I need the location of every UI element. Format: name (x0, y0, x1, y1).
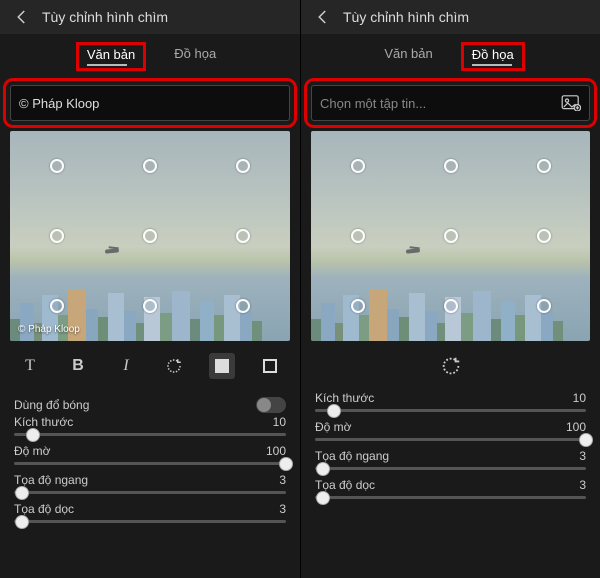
anchor-grid (10, 131, 290, 341)
rotate-button[interactable] (161, 353, 187, 379)
shadow-label: Dùng đổ bóng (14, 398, 89, 412)
slider-x-track[interactable] (14, 491, 286, 494)
anchor-mr[interactable] (236, 229, 250, 243)
anchor-mc[interactable] (444, 229, 458, 243)
shadow-row: Dùng đổ bóng (0, 391, 300, 415)
anchor-tc[interactable] (444, 159, 458, 173)
slider-size-value: 10 (273, 415, 286, 429)
back-icon[interactable] (311, 5, 335, 29)
italic-button[interactable]: I (113, 353, 139, 379)
left-panel: Tùy chỉnh hình chìm Văn bản Đồ họa © Phá… (0, 0, 300, 578)
anchor-bl[interactable] (50, 299, 64, 313)
watermark-text-input[interactable]: © Pháp Kloop (10, 85, 290, 121)
slider-size-track[interactable] (14, 433, 286, 436)
outline-square-icon (263, 359, 277, 373)
slider-size-track[interactable] (315, 409, 586, 412)
choose-file-input[interactable]: Chọn một tập tin... (311, 85, 590, 121)
outline-color-button[interactable] (257, 353, 283, 379)
slider-x-label: Tọa độ ngang (14, 473, 88, 487)
tab-graphic[interactable]: Đồ họa (461, 42, 525, 71)
anchor-ml[interactable] (50, 229, 64, 243)
slider-size-value: 10 (573, 391, 586, 405)
slider-y-value: 3 (579, 478, 586, 492)
back-icon[interactable] (10, 5, 34, 29)
slider-x-value: 3 (279, 473, 286, 487)
anchor-tc[interactable] (143, 159, 157, 173)
header: Tùy chỉnh hình chìm (301, 0, 600, 34)
preview-canvas[interactable] (311, 131, 590, 341)
rotate-icon (165, 357, 183, 375)
page-title: Tùy chỉnh hình chìm (343, 9, 469, 25)
anchor-mc[interactable] (143, 229, 157, 243)
slider-opacity-track[interactable] (315, 438, 586, 441)
graphic-toolbar (301, 341, 600, 391)
anchor-ml[interactable] (351, 229, 365, 243)
right-panel: Tùy chỉnh hình chìm Văn bản Đồ họa Chọn … (300, 0, 600, 578)
slider-opacity-track[interactable] (14, 462, 286, 465)
slider-opacity-label: Độ mờ (14, 444, 51, 458)
rotate-button[interactable] (438, 353, 464, 379)
watermark-preview-label: © Pháp Kloop (18, 324, 80, 335)
header: Tùy chỉnh hình chìm (0, 0, 300, 34)
tabs: Văn bản Đồ họa (301, 34, 600, 77)
slider-opacity: Độ mờ 100 (0, 444, 300, 473)
text-toolbar: T B I (0, 341, 300, 391)
anchor-br[interactable] (537, 299, 551, 313)
font-button[interactable]: T (17, 353, 43, 379)
slider-size: Kích thước 10 (301, 391, 600, 420)
slider-x-track[interactable] (315, 467, 586, 470)
rotate-icon (440, 355, 462, 377)
anchor-tr[interactable] (537, 159, 551, 173)
watermark-text-value: © Pháp Kloop (19, 96, 281, 111)
tabs: Văn bản Đồ họa (0, 34, 300, 77)
slider-y: Tọa độ dọc 3 (0, 502, 300, 531)
tab-text[interactable]: Văn bản (76, 42, 146, 71)
anchor-tr[interactable] (236, 159, 250, 173)
slider-x: Tọa độ ngang 3 (301, 449, 600, 478)
choose-file-placeholder: Chọn một tập tin... (320, 96, 561, 111)
preview-canvas[interactable]: © Pháp Kloop (10, 131, 290, 341)
fill-square-icon (215, 359, 229, 373)
image-add-icon (561, 95, 581, 111)
tab-text-label: Văn bản (87, 47, 135, 62)
slider-size: Kích thước 10 (0, 415, 300, 444)
tab-graphic-label: Đồ họa (472, 47, 514, 62)
anchor-br[interactable] (236, 299, 250, 313)
slider-opacity-label: Độ mờ (315, 420, 352, 434)
anchor-bc[interactable] (143, 299, 157, 313)
page-title: Tùy chỉnh hình chìm (42, 9, 168, 25)
slider-y: Tọa độ dọc 3 (301, 478, 600, 507)
bold-button[interactable]: B (65, 353, 91, 379)
slider-y-value: 3 (279, 502, 286, 516)
slider-x: Tọa độ ngang 3 (0, 473, 300, 502)
anchor-bc[interactable] (444, 299, 458, 313)
tab-graphic[interactable]: Đồ họa (166, 42, 224, 71)
slider-size-label: Kích thước (315, 391, 374, 405)
tab-text[interactable]: Văn bản (376, 42, 440, 71)
anchor-mr[interactable] (537, 229, 551, 243)
shadow-toggle[interactable] (256, 397, 286, 413)
anchor-bl[interactable] (351, 299, 365, 313)
anchor-tl[interactable] (50, 159, 64, 173)
slider-x-value: 3 (579, 449, 586, 463)
slider-opacity: Độ mờ 100 (301, 420, 600, 449)
anchor-tl[interactable] (351, 159, 365, 173)
fill-color-button[interactable] (209, 353, 235, 379)
anchor-grid (311, 131, 590, 341)
slider-size-label: Kích thước (14, 415, 73, 429)
slider-x-label: Tọa độ ngang (315, 449, 389, 463)
slider-y-track[interactable] (14, 520, 286, 523)
slider-y-track[interactable] (315, 496, 586, 499)
